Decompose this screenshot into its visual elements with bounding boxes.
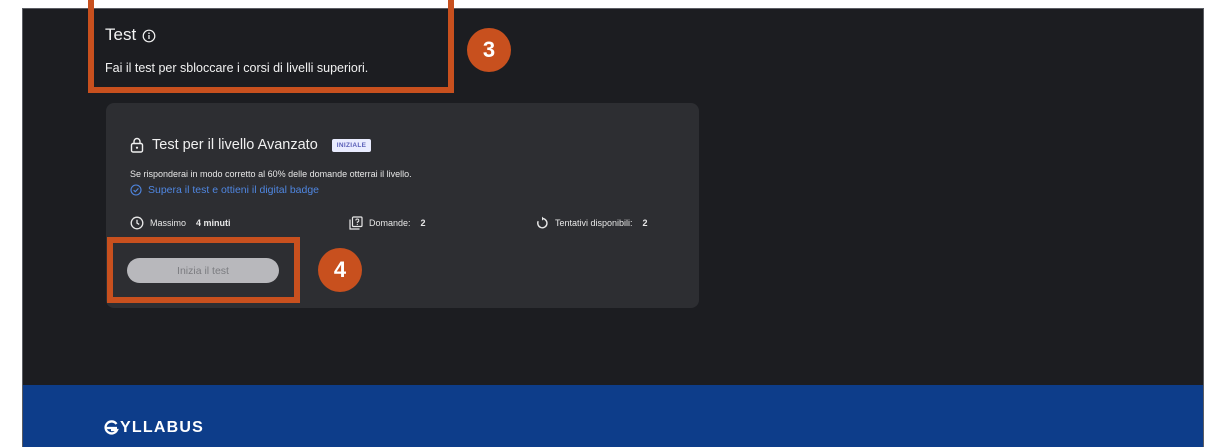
duration-label: Massimo [150, 218, 187, 228]
attempts-label: Tentativi disponibili: [555, 218, 633, 228]
level-badge: INIZIALE [331, 138, 372, 152]
clock-icon [130, 216, 144, 230]
highlight-box-start-button [107, 237, 300, 303]
card-title: Test per il livello Avanzato [152, 137, 318, 153]
syllabus-logo-icon [103, 420, 119, 436]
card-header: Test per il livello Avanzato INIZIALE [130, 137, 372, 153]
footer: YLLABUS [23, 385, 1203, 447]
questions-value: 2 [420, 218, 426, 228]
logo-text: YLLABUS [120, 419, 204, 436]
digital-badge-link[interactable]: Supera il test e ottieni il digital badg… [130, 184, 319, 196]
duration-info: Massimo 4 minuti [130, 216, 231, 230]
card-description: Se risponderai in modo corretto al 60% d… [130, 169, 412, 179]
syllabus-logo[interactable]: YLLABUS [103, 419, 204, 437]
callout-marker-3: 3 [467, 28, 511, 72]
questions-label: Domande: [369, 218, 411, 228]
questions-icon [349, 216, 363, 230]
attempts-info: Tentativi disponibili: 2 [535, 216, 648, 230]
duration-value: 4 minuti [196, 218, 231, 228]
attempts-value: 2 [642, 218, 648, 228]
check-circle-icon [130, 184, 142, 196]
retry-icon [535, 216, 549, 230]
callout-marker-4: 4 [318, 248, 362, 292]
highlight-box-section-header [88, 0, 454, 93]
lock-icon [130, 137, 144, 153]
digital-badge-link-label: Supera il test e ottieni il digital badg… [148, 184, 320, 196]
questions-info: Domande: 2 [349, 216, 426, 230]
